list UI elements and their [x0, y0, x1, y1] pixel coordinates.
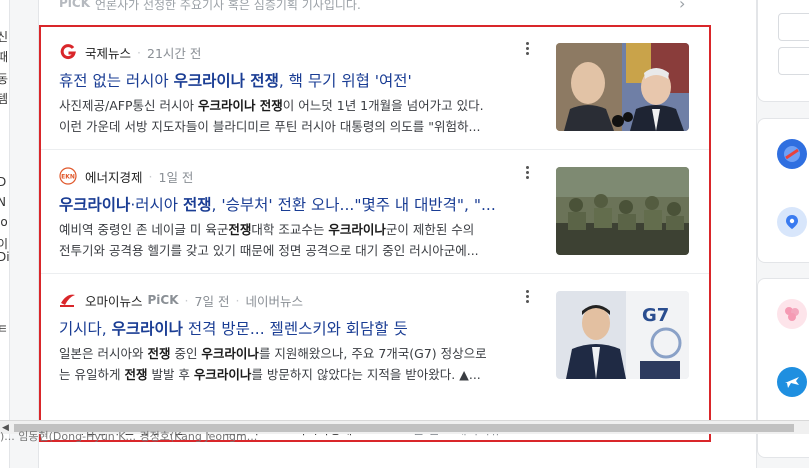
more-options-icon[interactable] [523, 165, 531, 181]
news-title-link[interactable]: 기시다, 우크라이나 전격 방문... 젤렌스키와 회담할 듯 [59, 317, 527, 339]
svg-text:G7: G7 [642, 305, 669, 326]
news-source-row: EKN 에너지경제 · 1일 전 [59, 167, 193, 185]
news-thumbnail-image[interactable] [556, 43, 689, 131]
highlighted-news-list: 국제뉴스 · 21시간 전 휴전 없는 러시아 우크라이나 전쟁, 핵 무기 위… [39, 25, 711, 442]
news-time: 7일 전 [194, 293, 230, 309]
news-source-name[interactable]: 국제뉴스 [85, 43, 131, 62]
separator: · [184, 292, 189, 308]
pick-logo: PiCK [59, 0, 91, 10]
flower-icon[interactable] [777, 299, 807, 329]
news-source-row: 오마이뉴스 PiCK · 7일 전 · 네이버뉴스 [59, 291, 303, 309]
news-column: PiCK 언론사가 선정한 주요기사 혹은 심층기획 기사입니다. › 국제뉴스… [38, 0, 757, 468]
news-time: 1일 전 [158, 169, 194, 185]
naver-news-link[interactable]: 네이버뉴스 [245, 291, 303, 310]
news-thumbnail-image[interactable] [556, 167, 689, 255]
news-source-name[interactable]: 오마이뉴스 [85, 291, 143, 310]
news-title-link[interactable]: 우크라이나·러시아 전쟁, '승부처' 전환 오나..."몇주 내 대반격", … [59, 193, 527, 215]
news-time: 21시간 전 [147, 45, 202, 61]
airplane-icon[interactable] [777, 367, 807, 397]
news-thumbnail-image[interactable]: G7 [556, 291, 689, 379]
page: 신 때 동 템 D N io 이 Di ㅌ PiCK 언론사가 선정한 주요기사… [0, 0, 809, 468]
chevron-right-icon[interactable]: › [679, 0, 685, 13]
separator: · [148, 168, 153, 184]
svg-text:EKN: EKN [61, 174, 75, 181]
news-source-row: 국제뉴스 · 21시간 전 [59, 43, 201, 61]
news-source-name[interactable]: 에너지경제 [85, 167, 143, 186]
sidebar-card [757, 118, 809, 263]
pick-description: 언론사가 선정한 주요기사 혹은 심층기획 기사입니다. [95, 0, 361, 12]
ekn-logo-icon[interactable]: EKN [59, 167, 77, 185]
ohmynews-logo-icon[interactable] [59, 291, 77, 309]
left-panel-edge: 신 때 동 템 D N io 이 Di ㅌ [0, 0, 10, 468]
sidebar-button[interactable] [778, 47, 809, 75]
news-title-link[interactable]: 휴전 없는 러시아 우크라이나 전쟁, 핵 무기 위협 '여전' [59, 69, 527, 91]
pick-info-bar[interactable]: PiCK 언론사가 선정한 주요기사 혹은 심층기획 기사입니다. › [39, 0, 755, 18]
location-pin-icon[interactable] [777, 207, 807, 237]
background-text: )... 임동현(Dong-Hyun K... 경정호(Kang Jeongm.… [0, 430, 258, 443]
pick-badge: PiCK [147, 293, 179, 307]
news-summary[interactable]: 일본은 러시아와 전쟁 중인 우크라이나를 지원해왔으나, 주요 7개국(G7)… [59, 343, 537, 385]
separator: · [137, 44, 141, 60]
more-options-icon[interactable] [523, 289, 531, 305]
separator: · [235, 292, 240, 308]
gukje-news-logo-icon[interactable] [59, 43, 77, 61]
sports-icon[interactable] [777, 139, 807, 169]
sidebar-button[interactable] [778, 13, 809, 41]
news-item: EKN 에너지경제 · 1일 전 우크라이나·러시아 전쟁, '승부처' 전환 … [41, 151, 709, 274]
sidebar-card [757, 0, 809, 102]
right-sidebar [757, 0, 809, 468]
news-summary[interactable]: 사진제공/AFP통신 러시아 우크라이나 전쟁이 어느덧 1년 1개월을 넘어가… [59, 95, 537, 137]
news-summary[interactable]: 예비역 중령인 존 네이글 미 육군전쟁대학 조교수는 우크라이나군이 제한된 … [59, 219, 537, 261]
news-item: 오마이뉴스 PiCK · 7일 전 · 네이버뉴스 기시다, 우크라이나 전격 … [41, 275, 709, 440]
more-options-icon[interactable] [523, 41, 531, 57]
news-item: 국제뉴스 · 21시간 전 휴전 없는 러시아 우크라이나 전쟁, 핵 무기 위… [41, 27, 709, 150]
